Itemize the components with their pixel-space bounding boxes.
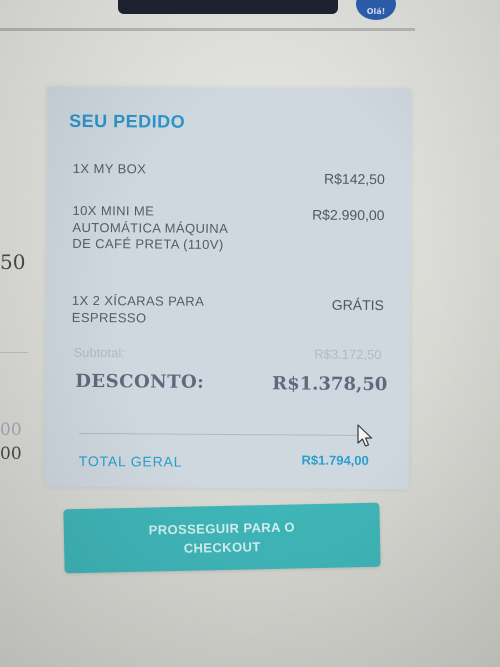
header-divider	[0, 28, 415, 31]
mouse-pointer-icon	[357, 424, 373, 447]
order-item-price: R$2.990,00	[312, 206, 385, 224]
offscreen-price-fragment: 50	[0, 250, 26, 274]
left-divider	[0, 352, 28, 353]
subtotal-value: R$3.172,50	[314, 346, 382, 363]
discount-label: DESCONTO:	[75, 370, 205, 393]
order-summary-title: SEU PEDIDO	[69, 110, 186, 132]
grand-total-label: TOTAL GERAL	[78, 452, 183, 470]
account-badge-text: Olá!	[366, 7, 386, 16]
order-item-price: R$142,50	[323, 170, 385, 188]
order-item-name: 1X 2 XÍCARAS PARA ESPRESSO	[71, 292, 204, 325]
checkout-button-label: PROSSEGUIR PARA O CHECKOUT	[148, 519, 296, 556]
order-item-name: 10X MINI ME AUTOMÁTICA MÁQUINA DE CAFÉ P…	[72, 202, 228, 252]
discount-value: R$1.378,50	[272, 373, 388, 396]
order-item-price: GRÁTIS	[331, 296, 384, 314]
proceed-to-checkout-button[interactable]: PROSSEGUIR PARA O CHECKOUT	[63, 502, 381, 574]
account-badge[interactable]: Olá!	[356, 0, 396, 20]
offscreen-price-fragment-faded: 00	[0, 420, 22, 440]
order-item-name: 1X MY BOX	[72, 160, 147, 177]
offscreen-total-fragment: 00	[0, 444, 22, 464]
subtotal-label: Subtotal:	[73, 344, 125, 361]
top-navigation-bar	[118, 0, 338, 14]
grand-total-value: R$1.794,00	[301, 452, 369, 468]
total-divider	[78, 432, 369, 436]
